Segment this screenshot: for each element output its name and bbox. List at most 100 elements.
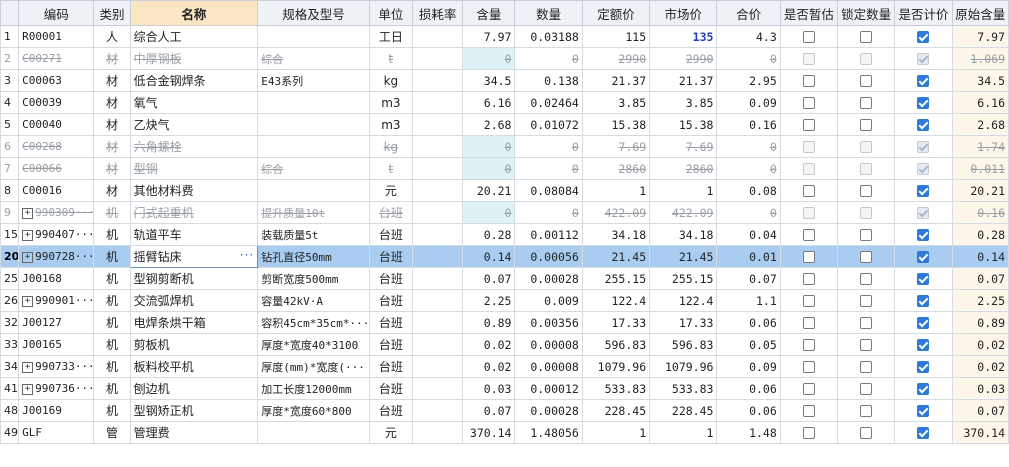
table-row[interactable]: 20 +990728··· 机摇臂钻床 ··· 钻孔直径50mm 台班 0.14 0.0005… bbox=[0, 245, 1009, 268]
code-cell[interactable]: C00271 bbox=[18, 47, 95, 70]
priced-checkbox[interactable] bbox=[917, 339, 930, 351]
content-cell[interactable]: 0.07 bbox=[462, 399, 516, 422]
table-row[interactable]: 41 +990736··· 机刨边机 加工长度12000mm 台班 0.03 0.00012… bbox=[0, 377, 1009, 400]
loss-cell[interactable] bbox=[411, 421, 464, 444]
quota-price-cell[interactable]: 533.83 bbox=[581, 377, 651, 400]
priced-checkbox[interactable] bbox=[917, 251, 930, 263]
lock-qty-checkbox[interactable] bbox=[860, 383, 873, 395]
lock-qty-checkbox[interactable] bbox=[860, 361, 873, 373]
code-cell[interactable]: GLF bbox=[18, 421, 95, 444]
name-cell[interactable]: 刨边机 bbox=[129, 377, 259, 400]
quota-price-cell[interactable]: 17.33 bbox=[581, 311, 651, 334]
provisional-checkbox[interactable] bbox=[802, 273, 815, 285]
loss-cell[interactable] bbox=[411, 289, 464, 312]
spec-cell[interactable]: 厚度*宽度40*3100 bbox=[257, 333, 370, 356]
qty-cell[interactable]: 0.00056 bbox=[514, 245, 583, 268]
expand-icon[interactable]: + bbox=[22, 361, 34, 373]
header-total[interactable]: 合价 bbox=[716, 0, 781, 26]
loss-cell[interactable] bbox=[411, 69, 464, 92]
quota-price-cell[interactable]: 21.37 bbox=[581, 69, 651, 92]
table-row[interactable]: 33 J00165 机剪板机 厚度*宽度40*3100 台班 0.02 0.00008 596… bbox=[0, 333, 1009, 356]
loss-cell[interactable] bbox=[411, 91, 464, 114]
table-row[interactable]: 3 C00063 材低合金钢焊条 E43系列 kg 34.5 0.138 21.37 21.37… bbox=[0, 69, 1009, 92]
priced-checkbox[interactable] bbox=[917, 295, 930, 307]
priced-checkbox[interactable] bbox=[917, 317, 930, 329]
header-code[interactable]: 编码 bbox=[18, 0, 95, 26]
content-cell[interactable]: 34.5 bbox=[462, 69, 516, 92]
orig-content-cell[interactable]: 20.21 bbox=[951, 179, 1009, 202]
table-row[interactable]: 1 R00001 人综合人工 工日 7.97 0.03188 115 135 4.3 7.97 bbox=[0, 25, 1009, 48]
total-cell[interactable]: 0.05 bbox=[716, 333, 781, 356]
unit-cell[interactable]: kg bbox=[368, 135, 413, 158]
loss-cell[interactable] bbox=[411, 179, 464, 202]
priced-checkbox[interactable] bbox=[917, 97, 930, 109]
expand-icon[interactable]: + bbox=[22, 251, 34, 263]
lock-qty-checkbox[interactable] bbox=[860, 31, 873, 43]
loss-cell[interactable] bbox=[411, 223, 464, 246]
lock-qty-checkbox[interactable] bbox=[860, 119, 873, 131]
market-price-cell[interactable]: 21.45 bbox=[649, 245, 718, 268]
content-cell[interactable]: 2.25 bbox=[462, 289, 516, 312]
code-cell[interactable]: J00168 bbox=[18, 267, 95, 290]
lock-qty-checkbox[interactable] bbox=[860, 295, 873, 307]
type-cell[interactable]: 机 bbox=[93, 311, 131, 334]
header-provisional[interactable]: 是否暂估 bbox=[779, 0, 839, 26]
name-cell[interactable]: 型钢矫正机 bbox=[129, 399, 259, 422]
orig-content-cell[interactable]: 0.07 bbox=[951, 267, 1009, 290]
unit-cell[interactable]: 台班 bbox=[368, 201, 413, 224]
spec-cell[interactable]: E43系列 bbox=[257, 69, 370, 92]
provisional-checkbox[interactable] bbox=[802, 317, 815, 329]
qty-cell[interactable]: 0.02464 bbox=[514, 91, 583, 114]
lock-qty-checkbox[interactable] bbox=[860, 75, 873, 87]
quota-price-cell[interactable]: 21.45 bbox=[581, 245, 651, 268]
priced-checkbox[interactable] bbox=[917, 185, 930, 197]
total-cell[interactable]: 0.08 bbox=[716, 179, 781, 202]
header-quota-price[interactable]: 定额价 bbox=[581, 0, 651, 26]
spec-cell[interactable]: 剪断宽度500mm bbox=[257, 267, 370, 290]
orig-content-cell[interactable]: 2.68 bbox=[951, 113, 1009, 136]
content-cell[interactable]: 7.97 bbox=[462, 25, 516, 48]
name-cell[interactable]: 其他材料费 bbox=[129, 179, 259, 202]
market-price-cell[interactable]: 2990 bbox=[649, 47, 718, 70]
qty-cell[interactable]: 0.009 bbox=[514, 289, 583, 312]
loss-cell[interactable] bbox=[411, 25, 464, 48]
quota-price-cell[interactable]: 422.09 bbox=[581, 201, 651, 224]
total-cell[interactable]: 1.1 bbox=[716, 289, 781, 312]
provisional-checkbox[interactable] bbox=[802, 339, 815, 351]
unit-cell[interactable]: 台班 bbox=[368, 377, 413, 400]
qty-cell[interactable]: 0.00356 bbox=[514, 311, 583, 334]
provisional-checkbox[interactable] bbox=[802, 97, 815, 109]
orig-content-cell[interactable]: 6.16 bbox=[951, 91, 1009, 114]
priced-checkbox[interactable] bbox=[917, 273, 930, 285]
spec-cell[interactable] bbox=[257, 113, 370, 136]
market-price-cell[interactable]: 122.4 bbox=[649, 289, 718, 312]
orig-content-cell[interactable]: 0.28 bbox=[951, 223, 1009, 246]
orig-content-cell[interactable]: 1.74 bbox=[951, 135, 1009, 158]
table-row[interactable]: 2 C00271 材中厚钢板 综合 t 0 0 2990 2990 0 1.069 bbox=[0, 47, 1009, 70]
market-price-cell[interactable]: 2860 bbox=[649, 157, 718, 180]
code-cell[interactable]: +990309··· bbox=[18, 201, 95, 224]
provisional-checkbox[interactable] bbox=[802, 361, 815, 373]
provisional-checkbox[interactable] bbox=[802, 229, 815, 241]
total-cell[interactable]: 0.04 bbox=[716, 223, 781, 246]
header-unit[interactable]: 单位 bbox=[368, 0, 413, 26]
lock-qty-checkbox[interactable] bbox=[860, 97, 873, 109]
name-cell[interactable]: 板料校平机 bbox=[129, 355, 259, 378]
total-cell[interactable]: 0.09 bbox=[716, 91, 781, 114]
qty-cell[interactable]: 0 bbox=[514, 47, 583, 70]
market-price-cell[interactable]: 1 bbox=[649, 179, 718, 202]
name-cell[interactable]: 剪板机 bbox=[129, 333, 259, 356]
total-cell[interactable]: 2.95 bbox=[716, 69, 781, 92]
type-cell[interactable]: 材 bbox=[93, 69, 131, 92]
spec-cell[interactable] bbox=[257, 91, 370, 114]
total-cell[interactable]: 0 bbox=[716, 47, 781, 70]
code-cell[interactable]: C00016 bbox=[18, 179, 95, 202]
qty-cell[interactable]: 0.00028 bbox=[514, 399, 583, 422]
orig-content-cell[interactable]: 7.97 bbox=[951, 25, 1009, 48]
lock-qty-checkbox[interactable] bbox=[860, 317, 873, 329]
table-row[interactable]: 4 C00039 材氧气 m3 6.16 0.02464 3.85 3.85 0.09 6.16 bbox=[0, 91, 1009, 114]
expand-icon[interactable]: + bbox=[22, 207, 34, 219]
total-cell[interactable]: 0.07 bbox=[716, 267, 781, 290]
unit-cell[interactable]: t bbox=[368, 47, 413, 70]
quota-price-cell[interactable]: 255.15 bbox=[581, 267, 651, 290]
